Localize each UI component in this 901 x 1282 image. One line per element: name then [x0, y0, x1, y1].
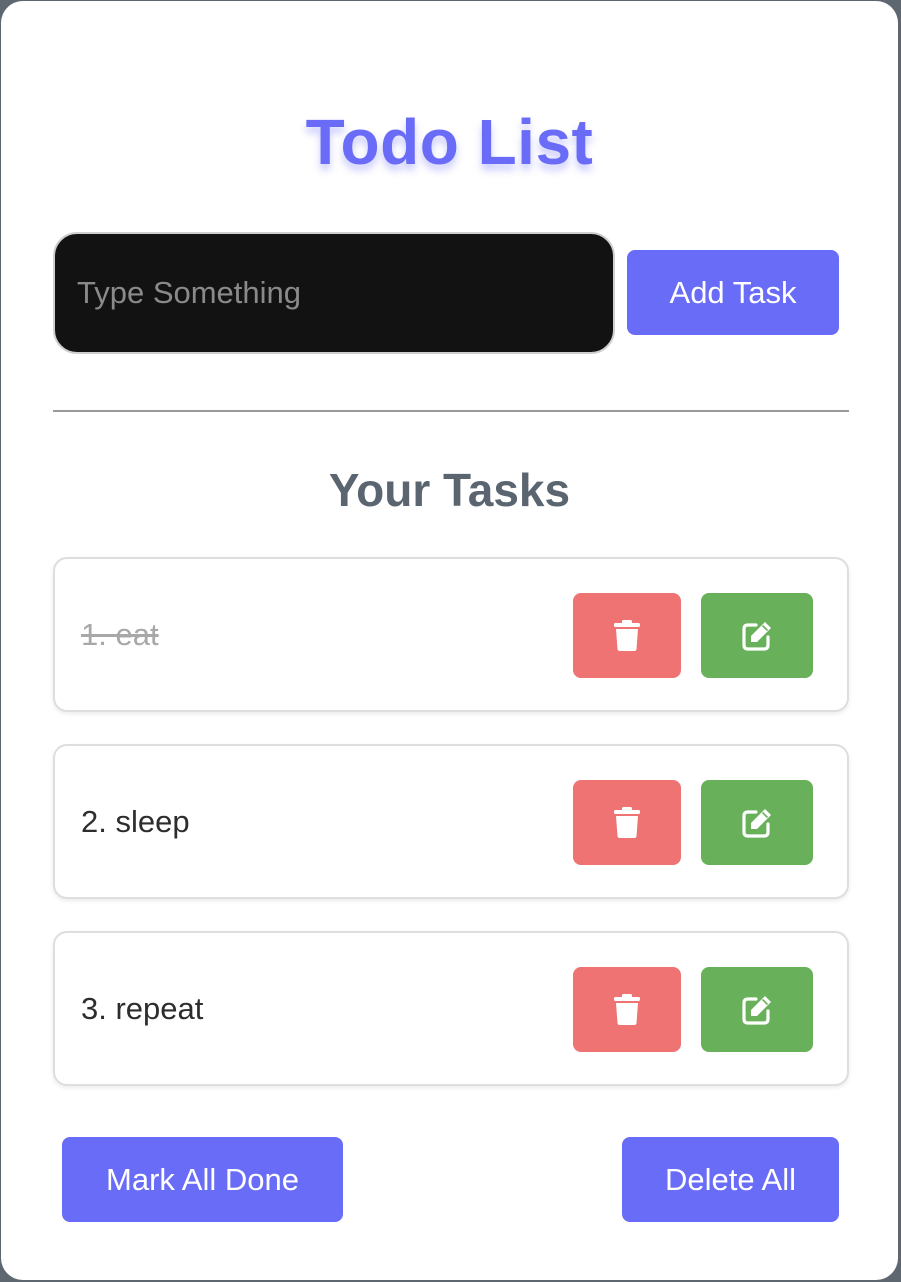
todo-card: Todo List Add Task Your Tasks 1. eat	[1, 1, 898, 1280]
trash-icon	[614, 994, 640, 1025]
trash-icon	[614, 620, 640, 651]
edit-icon	[741, 620, 773, 652]
task-label[interactable]: 1. eat	[81, 617, 159, 653]
delete-task-button[interactable]	[573, 593, 681, 678]
edit-task-button[interactable]	[701, 780, 813, 865]
mark-all-done-button[interactable]: Mark All Done	[62, 1137, 343, 1222]
task-item: 1. eat	[53, 557, 849, 712]
task-label[interactable]: 3. repeat	[81, 991, 203, 1027]
delete-all-button[interactable]: Delete All	[622, 1137, 839, 1222]
divider	[53, 410, 849, 412]
task-label[interactable]: 2. sleep	[81, 804, 190, 840]
edit-icon	[741, 807, 773, 839]
page-title: Todo List	[305, 106, 594, 178]
task-item: 2. sleep	[53, 744, 849, 899]
edit-task-button[interactable]	[701, 593, 813, 678]
delete-task-button[interactable]	[573, 780, 681, 865]
task-input[interactable]	[53, 232, 615, 354]
edit-icon	[741, 994, 773, 1026]
add-task-button[interactable]: Add Task	[627, 250, 839, 335]
task-item: 3. repeat	[53, 931, 849, 1086]
tasks-heading: Your Tasks	[328, 464, 571, 516]
trash-icon	[614, 807, 640, 838]
edit-task-button[interactable]	[701, 967, 813, 1052]
delete-task-button[interactable]	[573, 967, 681, 1052]
